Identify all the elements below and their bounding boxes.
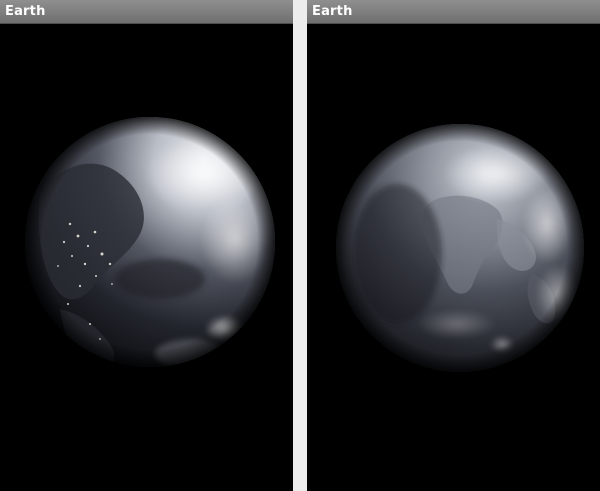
globe-viewport[interactable] [0,24,293,491]
earth-globe-image[interactable] [0,24,293,491]
earth-app-screen-left: Earth [0,0,293,491]
side-by-side-screenshots: Earth Earth [0,0,600,491]
earth-globe-image[interactable] [307,24,600,491]
app-title: Earth [312,4,353,19]
screen-divider [293,0,307,491]
app-title: Earth [5,4,46,19]
title-bar: Earth [0,0,293,24]
title-bar: Earth [307,0,600,24]
earth-app-screen-right: Earth [307,0,600,491]
globe-viewport[interactable] [307,24,600,491]
